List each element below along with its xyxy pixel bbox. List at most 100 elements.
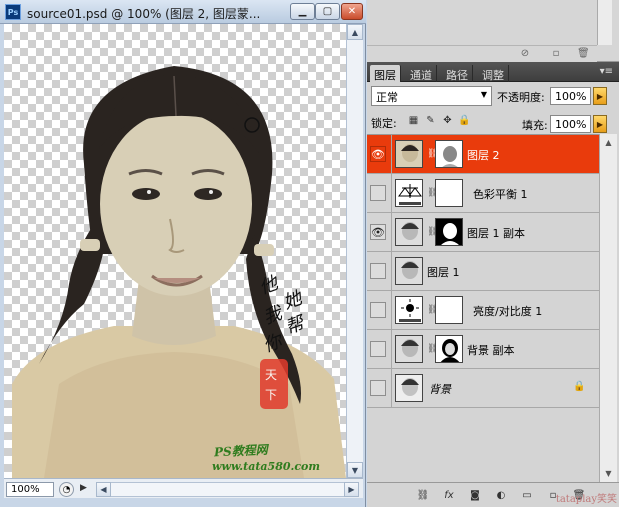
chevron-down-icon: ▼ bbox=[480, 90, 487, 99]
layer-mask-thumbnail bbox=[435, 335, 463, 363]
visibility-toggle[interactable] bbox=[370, 380, 386, 396]
lock-move-icon[interactable]: ✥ bbox=[441, 114, 454, 127]
svg-text:她: 她 bbox=[281, 287, 307, 314]
link-icon[interactable]: ⛓ bbox=[427, 227, 438, 238]
scroll-up-arrow-icon[interactable]: ▲ bbox=[601, 135, 616, 150]
vertical-scrollbar[interactable]: ▲ ▼ bbox=[346, 24, 363, 478]
fill-label: 填充: bbox=[522, 119, 548, 132]
layer-name: 色彩平衡 1 bbox=[473, 188, 528, 201]
lock-brush-icon[interactable]: ✎ bbox=[424, 114, 437, 127]
photoshop-app-icon: Ps bbox=[5, 4, 21, 20]
eye-icon[interactable]: 👁 bbox=[370, 224, 386, 240]
zoom-level-field[interactable]: 100% bbox=[6, 482, 54, 497]
layer-row[interactable]: 👁 ⛓ 图层 2 bbox=[367, 135, 599, 174]
scroll-right-arrow-icon[interactable]: ▶ bbox=[344, 482, 359, 497]
lock-transparency-icon[interactable]: ▦ bbox=[407, 114, 420, 127]
status-menu-arrow-icon[interactable]: ▶ bbox=[80, 483, 94, 496]
panel-menu-icon[interactable]: ▾≡ bbox=[600, 66, 613, 77]
layer-thumbnail bbox=[395, 218, 423, 246]
document-status-bar: 100% ◔ ▶ ◀ ▶ bbox=[4, 478, 363, 498]
link-icon[interactable]: ⛓ bbox=[427, 149, 438, 160]
document-title: source01.psd @ 100% (图层 2, 图层蒙... bbox=[27, 7, 261, 21]
visibility-toggle[interactable] bbox=[370, 263, 386, 279]
document-window: Ps source01.psd @ 100% (图层 2, 图层蒙... ▁ ▢… bbox=[0, 0, 366, 507]
blend-mode-value: 正常 bbox=[376, 91, 398, 104]
minimize-button[interactable]: ▁ bbox=[290, 3, 315, 20]
lock-label: 锁定: bbox=[371, 117, 397, 130]
fx-icon[interactable]: fx bbox=[441, 488, 457, 502]
blend-mode-select[interactable]: 正常 ▼ bbox=[371, 86, 492, 106]
layer-thumbnail bbox=[395, 140, 423, 168]
layer-name: 图层 1 bbox=[427, 266, 460, 279]
upper-panel-scrollbar[interactable] bbox=[597, 0, 612, 45]
brightness-adjustment-icon bbox=[395, 296, 423, 324]
maximize-button[interactable]: ▢ bbox=[315, 3, 340, 20]
link-layers-icon[interactable]: ⛓ bbox=[415, 488, 431, 502]
no-entry-icon[interactable]: ⊘ bbox=[519, 48, 531, 60]
fill-field[interactable]: 100% bbox=[550, 115, 591, 133]
tab-channels[interactable]: 通道 bbox=[406, 65, 437, 82]
corner-watermark: tataplay笑笑 bbox=[555, 494, 617, 505]
fill-slider-arrow-icon[interactable]: ▶ bbox=[593, 115, 607, 133]
row-divider bbox=[391, 252, 392, 291]
layer-mask-thumbnail bbox=[435, 218, 463, 246]
visibility-toggle[interactable] bbox=[370, 341, 386, 357]
tab-layers[interactable]: 图层 bbox=[370, 65, 401, 82]
portrait-photo: 天 下 他 她 我 帮 你 bbox=[12, 66, 346, 478]
scroll-down-arrow-icon[interactable]: ▼ bbox=[601, 466, 616, 481]
layer-thumbnail bbox=[395, 374, 423, 402]
layer-list: 👁 ⛓ 图层 2 ⛓ 色彩平衡 1 👁 ⛓ 图层 1 副本 图层 1 ⛓ 亮度/… bbox=[367, 134, 599, 482]
row-divider bbox=[391, 369, 392, 408]
layer-name: 图层 2 bbox=[467, 149, 500, 162]
eye-icon[interactable]: 👁 bbox=[370, 146, 386, 162]
layer-row[interactable]: ⛓ 亮度/对比度 1 bbox=[367, 291, 599, 330]
watermark-site-name: PS教程网 bbox=[213, 442, 269, 460]
layer-mask-thumbnail bbox=[435, 296, 463, 324]
layer-mask-thumbnail bbox=[435, 140, 463, 168]
watermark-url: www.tata580.com bbox=[212, 460, 321, 473]
balance-adjustment-icon bbox=[395, 179, 423, 207]
svg-text:帮: 帮 bbox=[283, 312, 310, 339]
layer-mask-thumbnail bbox=[435, 179, 463, 207]
opacity-slider-arrow-icon[interactable]: ▶ bbox=[593, 87, 607, 105]
scroll-down-arrow-icon[interactable]: ▼ bbox=[347, 462, 363, 478]
status-info-icon[interactable]: ◔ bbox=[59, 482, 74, 497]
adjustment-layer-icon[interactable]: ◐ bbox=[493, 488, 509, 502]
layer-row[interactable]: ⛓ 色彩平衡 1 bbox=[367, 174, 599, 213]
lock-icon: 🔒 bbox=[573, 381, 586, 392]
link-icon[interactable]: ⛓ bbox=[427, 344, 438, 355]
panel-tabs: 图层 通道 路径 调整 ▾≡ bbox=[367, 62, 619, 82]
layer-row[interactable]: ⛓ 背景 副本 bbox=[367, 330, 599, 369]
new-item-icon[interactable]: ▫ bbox=[550, 48, 562, 60]
row-divider bbox=[391, 213, 392, 252]
opacity-label: 不透明度: bbox=[497, 91, 545, 104]
layer-name: 亮度/对比度 1 bbox=[473, 305, 543, 318]
close-button[interactable]: ✕ bbox=[341, 3, 363, 20]
trash-icon[interactable]: 🗑 bbox=[577, 48, 590, 60]
opacity-field[interactable]: 100% bbox=[550, 87, 591, 105]
scroll-left-arrow-icon[interactable]: ◀ bbox=[96, 482, 111, 497]
add-mask-icon[interactable]: ◙ bbox=[467, 488, 483, 502]
visibility-toggle[interactable] bbox=[370, 302, 386, 318]
layer-row[interactable]: 背景 🔒 bbox=[367, 369, 599, 408]
document-titlebar[interactable]: Ps source01.psd @ 100% (图层 2, 图层蒙... ▁ ▢… bbox=[0, 0, 366, 24]
upper-panel-footer: ⊘ ▫ 🗑 bbox=[367, 45, 597, 62]
layer-name: 背景 副本 bbox=[467, 344, 515, 357]
svg-text:下: 下 bbox=[265, 388, 277, 402]
link-icon[interactable]: ⛓ bbox=[427, 188, 438, 199]
layer-row[interactable]: 图层 1 bbox=[367, 252, 599, 291]
layer-name: 背景 bbox=[429, 383, 451, 396]
scroll-up-arrow-icon[interactable]: ▲ bbox=[347, 24, 363, 40]
lock-all-icon[interactable]: 🔒 bbox=[458, 114, 471, 127]
group-folder-icon[interactable]: ▭ bbox=[519, 488, 535, 502]
visibility-toggle[interactable] bbox=[370, 185, 386, 201]
horizontal-scrollbar[interactable]: ◀ ▶ bbox=[96, 482, 359, 497]
layer-list-scrollbar[interactable]: ▲ ▼ bbox=[599, 134, 617, 482]
layer-name: 图层 1 副本 bbox=[467, 227, 525, 240]
row-divider bbox=[391, 174, 392, 213]
tab-adjustments[interactable]: 调整 bbox=[478, 65, 509, 82]
layer-row[interactable]: 👁 ⛓ 图层 1 副本 bbox=[367, 213, 599, 252]
tab-paths[interactable]: 路径 bbox=[442, 65, 473, 82]
canvas[interactable]: 天 下 他 她 我 帮 你 PS教程网 www.tata580.com bbox=[4, 24, 346, 478]
link-icon[interactable]: ⛓ bbox=[427, 305, 438, 316]
